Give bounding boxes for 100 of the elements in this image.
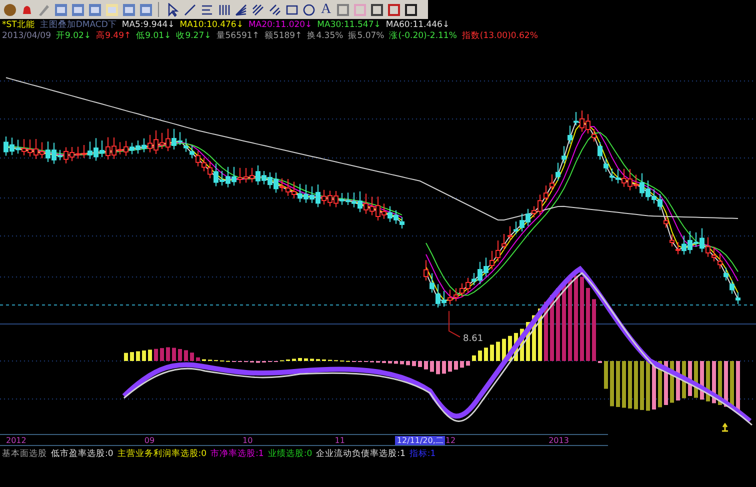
quote-value: 额5189↑ xyxy=(264,31,302,41)
histogram-bar xyxy=(388,361,392,364)
price-label: 8.61 xyxy=(463,334,484,344)
histogram-bar xyxy=(496,342,500,361)
date-label: 2013 xyxy=(548,436,569,444)
window-icon xyxy=(88,2,102,16)
histogram-bar xyxy=(448,361,452,372)
histogram-bar xyxy=(658,361,662,408)
histogram-bar xyxy=(298,358,302,361)
quote-value: 高9.49↑ xyxy=(96,31,132,41)
date-label: 10 xyxy=(242,436,253,444)
window-icon xyxy=(105,2,119,16)
histogram-bar xyxy=(544,302,548,361)
histogram-bar xyxy=(502,338,506,361)
histogram-bar xyxy=(436,361,440,374)
overlay-label: 主图叠加DMACD下 xyxy=(40,20,117,30)
histogram-bar xyxy=(706,361,710,402)
screening-label: 市净率选股:1 xyxy=(210,448,264,460)
window-button[interactable] xyxy=(138,1,154,18)
histogram-bar xyxy=(310,358,314,361)
histogram-bar xyxy=(430,361,434,372)
histogram-bar xyxy=(478,350,482,361)
histogram-bar xyxy=(184,350,188,361)
screening-label: 业绩选股:0 xyxy=(268,448,312,460)
histogram-bar xyxy=(142,350,146,361)
moving-average-value: MA20:11.020↓ xyxy=(248,20,312,30)
date-label: 12/11/20,二 xyxy=(394,436,446,444)
histogram-bar xyxy=(292,358,296,361)
quote-value: 振5.07% xyxy=(348,31,384,41)
histogram-bar xyxy=(700,361,704,400)
fan-lines-icon xyxy=(234,2,248,16)
histogram-bar xyxy=(508,336,512,361)
histogram-bar xyxy=(604,361,608,389)
rectangle-icon xyxy=(285,2,299,16)
histogram-bar xyxy=(394,361,398,364)
histogram-bar xyxy=(694,361,698,398)
histogram-bar xyxy=(172,348,176,361)
pencil-icon xyxy=(37,2,51,16)
histogram-bar xyxy=(682,361,686,398)
date-label: 11 xyxy=(334,436,345,444)
histogram-bar xyxy=(538,308,542,361)
histogram-bar xyxy=(130,352,134,361)
histogram-bar xyxy=(154,348,158,361)
stock-name: *ST北能 xyxy=(2,20,35,30)
histogram-bar xyxy=(178,349,182,361)
histogram-bar xyxy=(424,361,428,370)
quote-value: 收9.27↓ xyxy=(176,31,212,41)
window-button[interactable] xyxy=(87,1,103,18)
histogram-bar xyxy=(166,347,170,361)
histogram-bar xyxy=(190,352,194,361)
window-button[interactable] xyxy=(53,1,69,18)
window-icon xyxy=(139,2,153,16)
quote-value: 低9.01↓ xyxy=(136,31,172,41)
moving-average-value: MA60:11.446↓ xyxy=(386,20,450,30)
quote-value: 涨(-0.20)-2.11% xyxy=(389,31,457,41)
vertical-lines-icon xyxy=(217,2,231,16)
quote-value: 量56591↑ xyxy=(216,31,260,41)
histogram-bar xyxy=(412,361,416,366)
cursor-icon xyxy=(166,2,180,16)
quote-date: 2013/04/09 xyxy=(2,31,51,41)
histogram-bar xyxy=(490,344,494,361)
histogram-bar xyxy=(532,315,536,361)
histogram-bar xyxy=(148,350,152,361)
diagonal-lines-icon xyxy=(268,2,282,16)
histogram-bar xyxy=(622,361,626,408)
quote-value: 换4.35% xyxy=(307,31,344,41)
histogram-bar xyxy=(670,361,674,403)
histogram-bar xyxy=(136,351,140,361)
histogram-bar xyxy=(628,361,632,408)
histogram-bar xyxy=(646,361,650,411)
histogram-bar xyxy=(466,361,470,366)
screening-label: 基本面选股 xyxy=(2,448,47,460)
window-button[interactable] xyxy=(70,1,86,18)
moving-average-value: MA5:9.944↓ xyxy=(122,20,175,30)
histogram-bar xyxy=(418,361,422,367)
parallel-lines-icon xyxy=(251,2,265,16)
histogram-bar xyxy=(472,355,476,361)
histogram-bar xyxy=(400,361,404,364)
histogram-bar xyxy=(382,361,386,364)
histogram-bar xyxy=(676,361,680,400)
histogram-bar xyxy=(196,357,200,361)
window-icon xyxy=(54,2,68,16)
date-label: 09 xyxy=(144,436,155,444)
histogram-bar xyxy=(406,361,410,366)
window-button[interactable] xyxy=(121,1,137,18)
histogram-bar xyxy=(736,361,740,410)
histogram-bar xyxy=(592,299,596,361)
histogram-bar xyxy=(520,328,524,361)
histogram-bar xyxy=(484,348,488,361)
histogram-bar xyxy=(718,361,722,405)
histogram-bar xyxy=(160,348,164,361)
leader-line xyxy=(448,310,460,338)
histogram-bar xyxy=(550,295,554,361)
histogram-bar xyxy=(526,322,530,361)
moving-average-value: MA30:11.547↓ xyxy=(317,20,381,30)
histogram-bar xyxy=(304,358,308,361)
window-icon xyxy=(122,2,136,16)
moving-average-value: MA10:10.476↓ xyxy=(180,20,244,30)
quote-value: 开9.02↓ xyxy=(56,31,92,41)
histogram-bar xyxy=(616,361,620,407)
